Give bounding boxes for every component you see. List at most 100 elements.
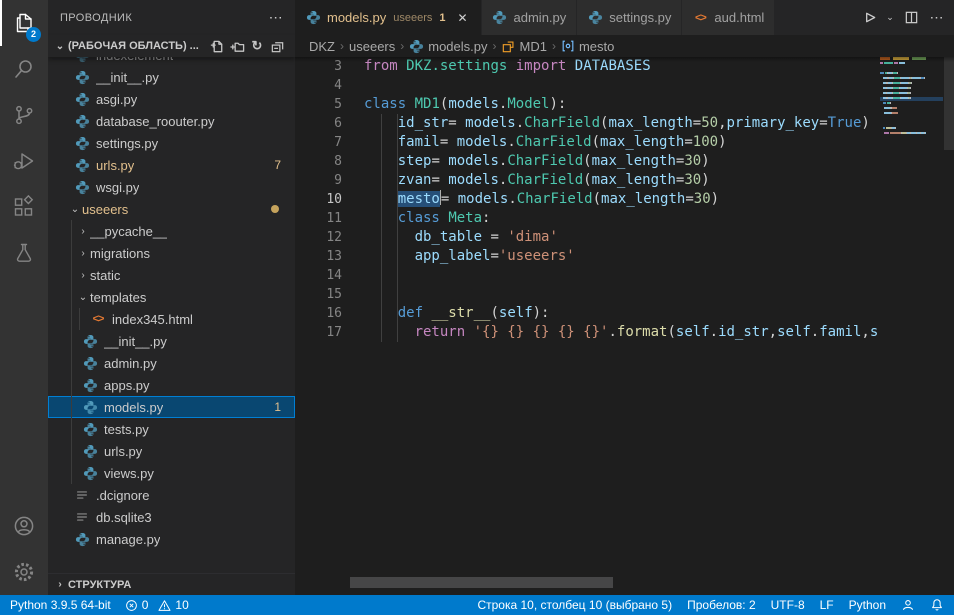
code-line[interactable]: class Meta: — [364, 209, 954, 228]
code-line[interactable]: db_table = 'dima' — [364, 228, 954, 247]
code-line[interactable]: app_label='useeers' — [364, 247, 954, 266]
tree-item--init-py[interactable]: __init__.py — [48, 330, 295, 352]
code-line[interactable]: zvan= models.CharField(max_length=30) — [364, 171, 954, 190]
tree-item-index345-html[interactable]: <>index345.html — [48, 308, 295, 330]
code-line[interactable]: id_str= models.CharField(max_length=50,p… — [364, 114, 954, 133]
line-number[interactable]: 16 — [295, 304, 342, 323]
tree-item-indexelement[interactable]: indexelement — [48, 57, 295, 66]
activitybar-item-account[interactable] — [0, 503, 48, 549]
tab-aud-html[interactable]: <>aud.html — [682, 0, 775, 35]
tree-item-apps-py[interactable]: apps.py — [48, 374, 295, 396]
vertical-scrollbar[interactable] — [944, 57, 954, 595]
line-number[interactable]: 8 — [295, 152, 342, 171]
line-number-gutter[interactable]: 34567891011121314151617 — [295, 57, 342, 342]
tree-item-database-roouter-py[interactable]: database_roouter.py — [48, 110, 295, 132]
line-number[interactable]: 10 — [295, 190, 342, 209]
split-editor-icon[interactable] — [900, 7, 922, 29]
status-notifications-bell-icon[interactable] — [930, 598, 944, 612]
line-number[interactable]: 9 — [295, 171, 342, 190]
status-eol[interactable]: LF — [820, 598, 834, 612]
status-python-version[interactable]: Python 3.9.5 64-bit — [10, 598, 111, 612]
new-folder-icon[interactable] — [227, 36, 247, 56]
minimap[interactable] — [880, 57, 943, 595]
tab-admin-py[interactable]: admin.py — [482, 0, 578, 35]
code-editor[interactable]: 34567891011121314151617 from DKZ.setting… — [295, 57, 954, 595]
status-label: Строка 10, столбец 10 (выбрано 5) — [477, 598, 672, 612]
code-line[interactable]: famil= models.CharField(max_length=100) — [364, 133, 954, 152]
code-line[interactable]: def __str__(self): — [364, 304, 954, 323]
refresh-icon[interactable]: ↻ — [247, 36, 267, 56]
outline-section-header[interactable]: › СТРУКТУРА — [48, 573, 295, 595]
tree-item-urls-py[interactable]: urls.py — [48, 440, 295, 462]
tree-item-label: manage.py — [96, 532, 160, 547]
tab-settings-py[interactable]: settings.py — [577, 0, 682, 35]
line-number[interactable]: 15 — [295, 285, 342, 304]
tree-item-asgi-py[interactable]: asgi.py — [48, 88, 295, 110]
explorer-more-icon[interactable]: ⋯ — [269, 9, 283, 26]
line-number[interactable]: 6 — [295, 114, 342, 133]
breadcrumb-item-dkz[interactable]: DKZ — [309, 39, 335, 54]
code-line[interactable]: return '{} {} {} {} {}'.format(self.id_s… — [364, 323, 954, 342]
line-number[interactable]: 7 — [295, 133, 342, 152]
run-icon[interactable] — [858, 7, 880, 29]
python-file-icon — [74, 57, 90, 63]
activitybar-item-extensions[interactable] — [0, 184, 48, 230]
code-line[interactable]: class MD1(models.Model): — [364, 95, 954, 114]
tree-item-static[interactable]: ›static — [48, 264, 295, 286]
status-encoding[interactable]: UTF-8 — [771, 598, 805, 612]
tab-models-py[interactable]: models.pyuseeers1✕ — [295, 0, 482, 35]
activitybar-item-settings[interactable] — [0, 549, 48, 595]
tree-item--pycache-[interactable]: ›__pycache__ — [48, 220, 295, 242]
tree-item-tests-py[interactable]: tests.py — [48, 418, 295, 440]
activitybar-item-search[interactable] — [0, 46, 48, 92]
line-number[interactable]: 13 — [295, 247, 342, 266]
code-line[interactable]: step= models.CharField(max_length=30) — [364, 152, 954, 171]
new-file-icon[interactable] — [207, 36, 227, 56]
breadcrumb-item-models-py[interactable]: models.py — [409, 39, 487, 54]
minimap-line — [880, 132, 943, 137]
collapse-all-icon[interactable] — [267, 36, 287, 56]
tree-item-templates[interactable]: ⌄templates — [48, 286, 295, 308]
line-number[interactable]: 4 — [295, 76, 342, 95]
status-cursor-position[interactable]: Строка 10, столбец 10 (выбрано 5) — [477, 598, 672, 612]
tree-item-urls-py[interactable]: urls.py7 — [48, 154, 295, 176]
line-number[interactable]: 14 — [295, 266, 342, 285]
tree-item-settings-py[interactable]: settings.py — [48, 132, 295, 154]
more-actions-icon[interactable]: ⋯ — [926, 7, 948, 29]
tree-item--dcignore[interactable]: .dcignore — [48, 484, 295, 506]
tree-item-useeers[interactable]: ⌄useeers — [48, 198, 295, 220]
tree-item-manage-py[interactable]: manage.py — [48, 528, 295, 550]
activitybar-item-run-debug[interactable] — [0, 138, 48, 184]
workspace-section-header[interactable]: ⌄ (РАБОЧАЯ ОБЛАСТЬ) ... ↻ — [48, 35, 295, 57]
tree-item-views-py[interactable]: views.py — [48, 462, 295, 484]
status-feedback-icon[interactable] — [901, 598, 915, 612]
horizontal-scrollbar[interactable] — [350, 577, 613, 588]
activitybar-item-testing[interactable] — [0, 230, 48, 276]
tree-item-db-sqlite3[interactable]: db.sqlite3 — [48, 506, 295, 528]
status-indentation[interactable]: Пробелов: 2 — [687, 598, 756, 612]
activitybar-item-source-control[interactable] — [0, 92, 48, 138]
settings-icon — [12, 560, 36, 584]
line-number[interactable]: 11 — [295, 209, 342, 228]
code-line[interactable] — [364, 285, 954, 304]
status-problems[interactable]: 010 — [125, 598, 189, 612]
code-line[interactable]: mesto= models.CharField(max_length=30) — [364, 190, 954, 209]
tree-item-migrations[interactable]: ›migrations — [48, 242, 295, 264]
activitybar-item-explorer[interactable]: 2 — [0, 0, 48, 46]
breadcrumb-item-mesto[interactable]: mesto — [561, 39, 614, 54]
line-number[interactable]: 17 — [295, 323, 342, 342]
breadcrumb-item-md1[interactable]: MD1 — [502, 39, 547, 54]
line-number[interactable]: 5 — [295, 95, 342, 114]
tree-item-models-py[interactable]: models.py1 — [48, 396, 295, 418]
tree-item-label: urls.py — [104, 444, 142, 459]
tree-item--init-py[interactable]: __init__.py — [48, 66, 295, 88]
run-dropdown-icon[interactable]: ⌄ — [884, 7, 896, 29]
status-language-mode[interactable]: Python — [849, 598, 886, 612]
breadcrumb-item-useeers[interactable]: useeers — [349, 39, 395, 54]
close-icon[interactable]: ✕ — [455, 11, 471, 25]
code-line[interactable] — [364, 76, 954, 95]
line-number[interactable]: 12 — [295, 228, 342, 247]
tree-item-admin-py[interactable]: admin.py — [48, 352, 295, 374]
tree-item-wsgi-py[interactable]: wsgi.py — [48, 176, 295, 198]
code-line[interactable] — [364, 266, 954, 285]
